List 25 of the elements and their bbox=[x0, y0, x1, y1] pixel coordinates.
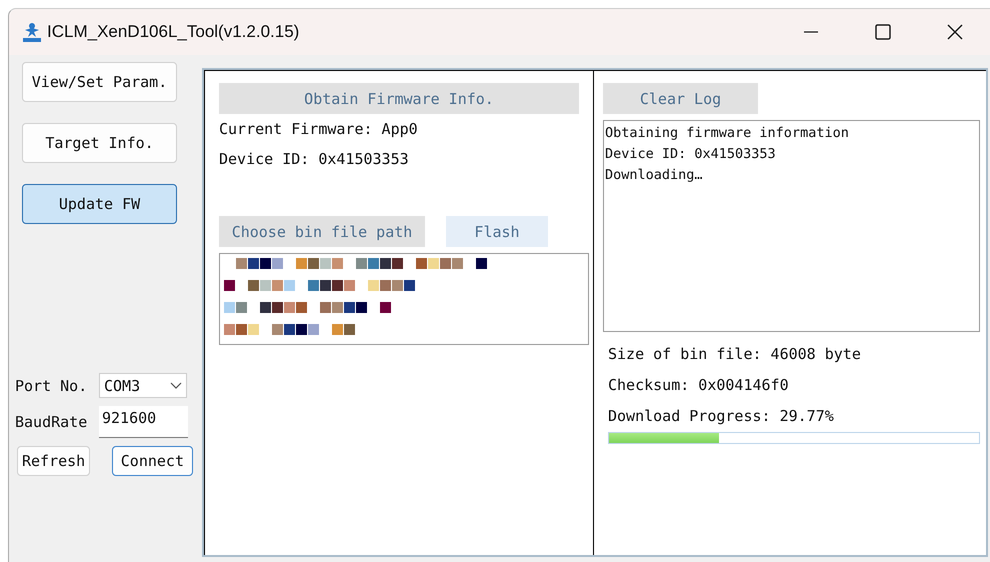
obtain-firmware-button[interactable]: Obtain Firmware Info. bbox=[219, 83, 579, 114]
file-path-field[interactable] bbox=[219, 253, 589, 345]
current-firmware-text: Current Firmware: App0 bbox=[219, 119, 419, 140]
nav-button[interactable]: Update FW bbox=[22, 184, 177, 224]
window-title: ICLM_XenD106L_Tool(v1.2.0.15) bbox=[47, 22, 300, 42]
baud-rate-label: BaudRate bbox=[15, 413, 88, 431]
connection-button[interactable]: Connect bbox=[112, 446, 193, 476]
connection-button[interactable]: Refresh bbox=[17, 446, 90, 476]
baud-rate-field[interactable]: 921600 bbox=[99, 406, 188, 438]
flash-button[interactable]: Flash bbox=[446, 216, 548, 247]
choose-file-button[interactable]: Choose bin file path bbox=[219, 216, 425, 247]
log-line: Downloading… bbox=[605, 166, 704, 185]
file-size-text: Size of bin file: 46008 byte bbox=[607, 344, 862, 364]
nav-button[interactable]: Target Info. bbox=[22, 123, 177, 163]
log-line: Obtaining firmware information bbox=[605, 124, 850, 143]
log-line: Device ID: 0x41503353 bbox=[605, 145, 777, 164]
app-logo-icon bbox=[21, 21, 43, 43]
progress-label: Download Progress: 29.77% bbox=[607, 406, 835, 426]
device-id-text: Device ID: 0x41503353 bbox=[219, 149, 410, 170]
checksum-text: Checksum: 0x004146f0 bbox=[607, 374, 790, 396]
nav-button[interactable]: View/Set Param. bbox=[22, 62, 177, 102]
port-dropdown[interactable]: COM3 bbox=[99, 373, 187, 398]
chevron-down-icon bbox=[170, 382, 182, 390]
port-label: Port No. bbox=[15, 376, 88, 394]
clear-log-button[interactable]: Clear Log bbox=[603, 83, 758, 114]
